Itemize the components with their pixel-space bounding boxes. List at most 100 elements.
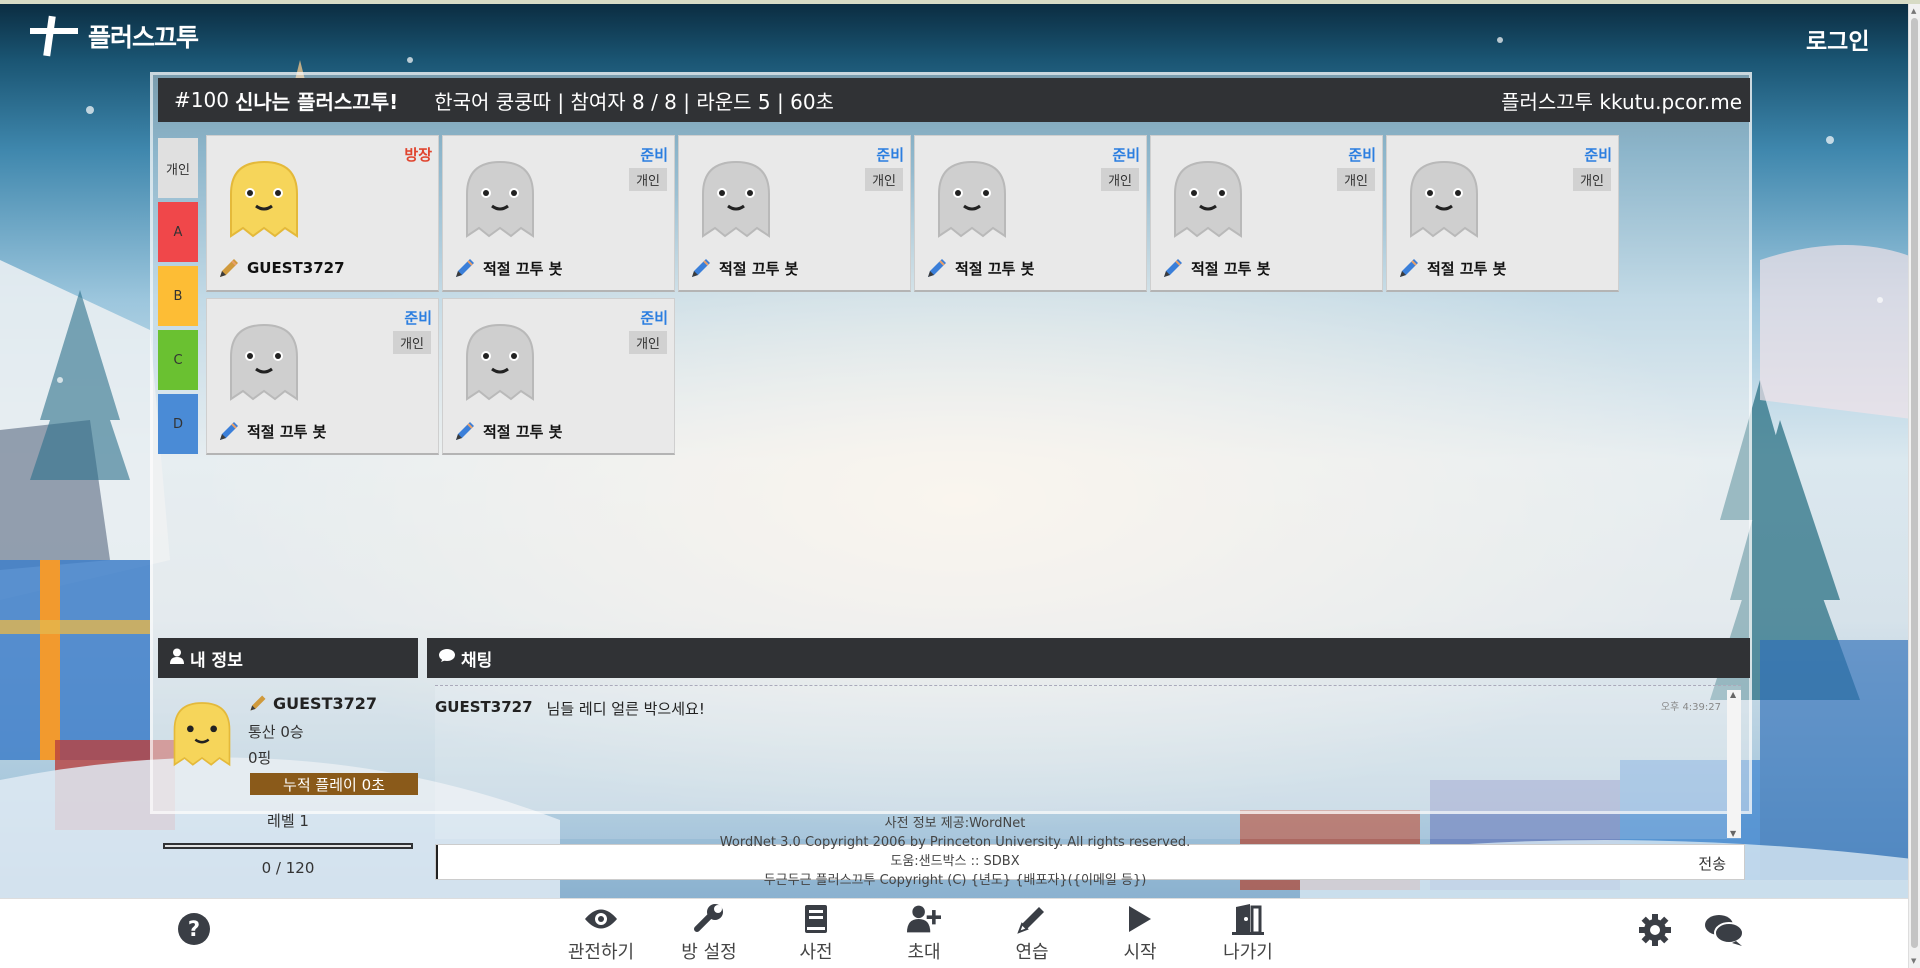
- user-icon: [170, 648, 184, 669]
- pencil-icon: [220, 422, 238, 440]
- logo-icon: [28, 14, 80, 58]
- door-icon: [1231, 903, 1265, 935]
- toolbar-button-play[interactable]: 시작: [1092, 899, 1188, 967]
- chat-timestamp: 오후 4:39:27: [1660, 702, 1721, 713]
- player-name: 적절 끄투 봇: [483, 422, 563, 441]
- playtime-badge: 누적 플레이 0초: [250, 773, 418, 795]
- pencil-icon: [928, 259, 946, 277]
- player-slot[interactable]: 준비 개인 적절 끄투 봇: [442, 135, 675, 292]
- footer-line: 도움:샌드박스 :: SDBX: [890, 854, 1020, 869]
- team-button-b[interactable]: B: [158, 266, 198, 326]
- toolbar-label: 시작: [1123, 941, 1157, 963]
- player-team-tag: 개인: [1101, 168, 1139, 191]
- player-slot[interactable]: 방장 GUEST3727: [206, 135, 439, 292]
- player-slot[interactable]: 준비개인적절 끄투 봇: [914, 135, 1147, 292]
- player-name-row: 적절 끄투 봇: [689, 256, 798, 280]
- footer-credits: 사전 정보 제공:WordNet WordNet 3.0 Copyright 2…: [560, 814, 1350, 890]
- app-name: 플러스끄투: [88, 23, 199, 52]
- player-slot[interactable]: 준비 개인 적절 끄투 봇: [678, 135, 911, 292]
- app-logo[interactable]: 플러스끄투: [28, 14, 199, 58]
- bottom-toolbar: ? 관전하기 방 설정 사전 초대 연습 시작 나가기: [0, 898, 1908, 968]
- room-title: 신나는 플러스끄투!: [234, 89, 399, 114]
- room-info-bar: #100 신나는 플러스끄투! 한국어 쿵쿵따 | 참여자 8 / 8 | 라운…: [158, 78, 1750, 122]
- chat-bubble-icon: [439, 648, 455, 668]
- my-info-title: 내 정보: [190, 650, 243, 671]
- player-name-row: 적절 끄투 봇: [1161, 256, 1270, 280]
- toolbar-button-eye[interactable]: 관전하기: [553, 899, 649, 967]
- wrench-icon: [692, 903, 726, 935]
- player-status: 준비: [404, 309, 432, 327]
- player-team-tag: 개인: [629, 331, 667, 354]
- my-record: 통산 0승: [248, 723, 304, 741]
- player-status: 방장: [404, 146, 432, 164]
- toolbar-label: 나가기: [1223, 941, 1273, 963]
- team-button-d[interactable]: D: [158, 394, 198, 454]
- book-icon: [799, 903, 833, 935]
- player-avatar: [230, 160, 298, 238]
- player-status: 준비: [1112, 146, 1140, 164]
- chat-sender: GUEST3727: [435, 698, 533, 716]
- toolbar-button-pencil[interactable]: 연습: [984, 899, 1080, 967]
- team-button-solo[interactable]: 개인: [158, 138, 198, 198]
- player-slot[interactable]: 준비 개인 적절 끄투 봇: [1150, 135, 1383, 292]
- toolbar-label: 초대: [907, 941, 941, 963]
- player-team-tag: 개인: [393, 331, 431, 354]
- chat-header: 채팅: [427, 638, 1750, 678]
- my-level: 레벨 1: [267, 812, 309, 830]
- player-name-row: 적절 끄투 봇: [925, 256, 1034, 280]
- player-team-tag: 개인: [1337, 168, 1375, 191]
- scrollbar-thumb[interactable]: [1911, 18, 1918, 948]
- scroll-up-icon[interactable]: ▲: [1911, 7, 1916, 15]
- player-name-row: 적절 끄투 봇: [1397, 256, 1506, 280]
- player-slot[interactable]: 준비개인적절 끄투 봇: [442, 298, 675, 455]
- player-name: 적절 끄투 봇: [247, 422, 327, 441]
- toolbar-label: 관전하기: [567, 941, 635, 963]
- login-button[interactable]: 로그인: [1806, 22, 1869, 56]
- room-number: #100: [174, 88, 229, 112]
- player-name-row: 적절 끄투 봇: [453, 419, 562, 443]
- eye-icon: [584, 903, 618, 935]
- help-button[interactable]: ?: [178, 913, 210, 945]
- player-avatar: [702, 160, 770, 238]
- scroll-down-icon[interactable]: ▼: [1730, 829, 1736, 838]
- room-settings-info: 한국어 쿵쿵따 | 참여자 8 / 8 | 라운드 5 | 60초: [434, 89, 834, 114]
- scroll-up-icon[interactable]: ▲: [1730, 690, 1736, 699]
- team-button-c[interactable]: C: [158, 330, 198, 390]
- footer-line: 두근두근 플러스끄투 Copyright (C) {년도} {배포자}({이메일…: [763, 873, 1147, 888]
- toolbar-label: 방 설정: [681, 941, 737, 963]
- pencil-icon: [456, 259, 474, 277]
- send-button[interactable]: 전송: [1698, 853, 1726, 874]
- chat-scrollbar[interactable]: ▲ ▼: [1727, 690, 1741, 838]
- toolbar-button-wrench[interactable]: 방 설정: [661, 899, 757, 967]
- player-status: 준비: [640, 309, 668, 327]
- scroll-down-icon[interactable]: ▼: [1911, 957, 1916, 965]
- footer-line: 사전 정보 제공:WordNet: [884, 816, 1026, 831]
- player-avatar: [466, 160, 534, 238]
- chat-message: GUEST3727 님들 레디 얼른 박으세요!: [435, 698, 705, 719]
- player-avatar: [466, 323, 534, 401]
- toolbar-button-door[interactable]: 나가기: [1200, 899, 1296, 967]
- player-name: 적절 끄투 봇: [719, 259, 799, 278]
- pencil-icon: [692, 259, 710, 277]
- page-scrollbar[interactable]: ▲ ▼: [1908, 4, 1920, 968]
- user-plus-icon: [907, 903, 941, 935]
- play-icon: [1123, 903, 1157, 935]
- toolbar-button-book[interactable]: 사전: [768, 899, 864, 967]
- my-info-header: 내 정보: [158, 638, 418, 678]
- exp-text: 0 / 120: [261, 859, 315, 877]
- game-room-panel: #100 신나는 플러스끄투! 한국어 쿵쿵따 | 참여자 8 / 8 | 라운…: [150, 72, 1752, 880]
- top-accent-line: [0, 0, 1920, 4]
- player-name-row: GUEST3727: [217, 256, 345, 280]
- my-avatar: [173, 702, 231, 767]
- site-address: 플러스끄투 kkutu.pcor.me: [1501, 89, 1742, 114]
- player-team-tag: 개인: [629, 168, 667, 191]
- player-name: 적절 끄투 봇: [1427, 259, 1507, 278]
- chat-toggle-icon[interactable]: [1704, 912, 1744, 952]
- team-button-a[interactable]: A: [158, 202, 198, 262]
- gear-icon[interactable]: [1638, 913, 1672, 951]
- toolbar-button-user-plus[interactable]: 초대: [876, 899, 972, 967]
- pencil-icon: [250, 695, 266, 711]
- player-slot[interactable]: 준비개인적절 끄투 봇: [206, 298, 439, 455]
- player-status: 준비: [1584, 146, 1612, 164]
- player-slot[interactable]: 준비 개인 적절 끄투 봇: [1386, 135, 1619, 292]
